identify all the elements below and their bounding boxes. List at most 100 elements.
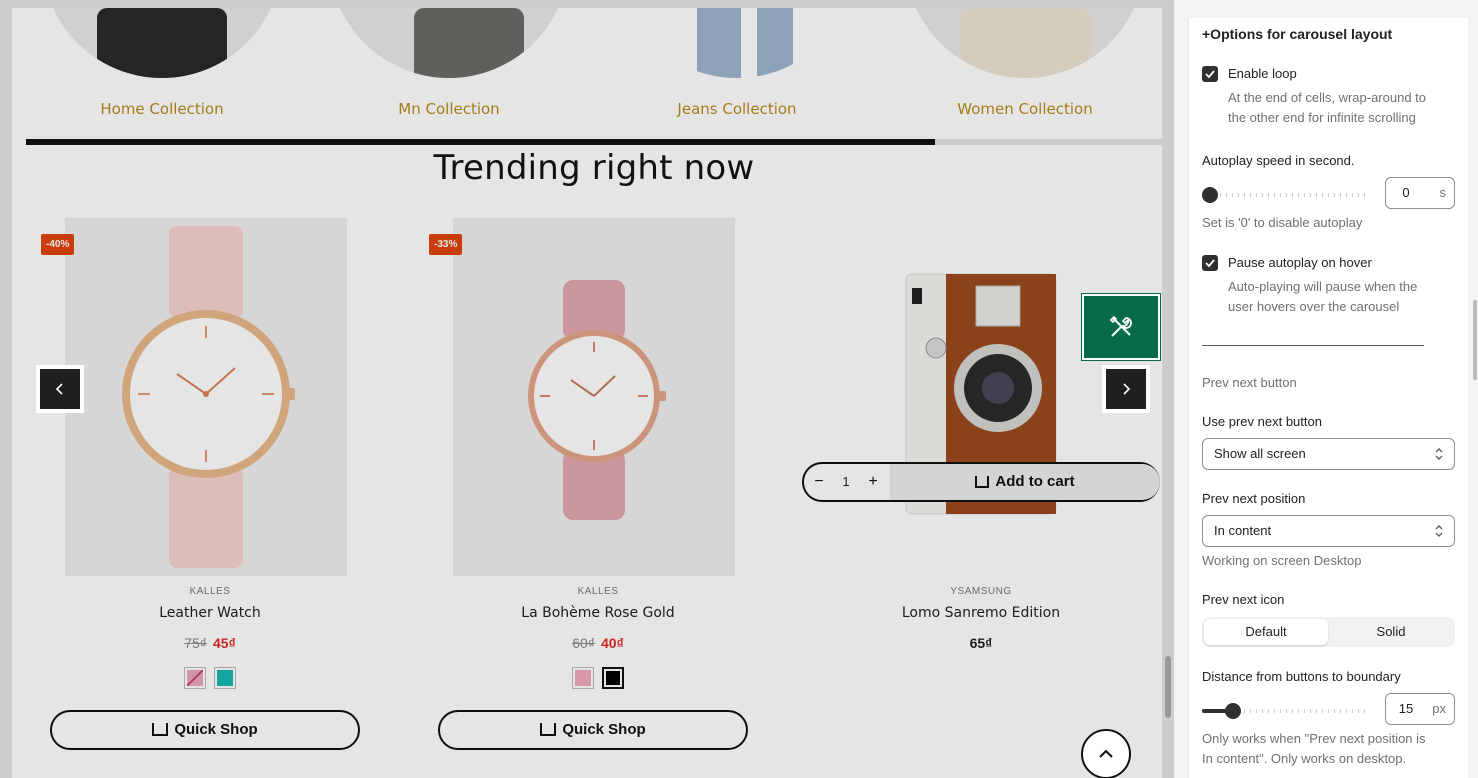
collection-card[interactable]: Jeans Collection <box>607 8 867 138</box>
distance-help: Only works when "Prev next position is I… <box>1202 729 1426 769</box>
checkmark-icon <box>1205 70 1215 79</box>
cart-icon <box>975 476 990 489</box>
collection-image <box>329 8 569 78</box>
help-line: the other end for infinite scrolling <box>1228 110 1416 125</box>
distance-slider-thumb[interactable] <box>1225 703 1241 719</box>
use-prev-next-label: Use prev next button <box>1202 414 1322 429</box>
enable-loop-label[interactable]: Enable loop <box>1228 66 1297 81</box>
product-price: 60₫ 40₫ <box>442 635 754 651</box>
quick-shop-button[interactable]: Quick Shop <box>438 710 748 750</box>
quick-shop-label: Quick Shop <box>174 721 258 738</box>
use-prev-next-value: Show all screen <box>1214 446 1306 461</box>
collection-card[interactable]: Home Collection <box>32 8 292 138</box>
select-chevron-icon <box>1435 448 1443 460</box>
autoplay-speed-value[interactable]: 0 <box>1386 178 1426 208</box>
autoplay-speed-help: Set is '0' to disable autoplay <box>1202 215 1363 230</box>
prev-next-position-value: In content <box>1214 523 1272 538</box>
use-prev-next-select[interactable]: Show all screen <box>1202 438 1455 470</box>
select-chevron-icon <box>1435 525 1443 537</box>
color-swatch[interactable] <box>184 667 206 689</box>
product-card[interactable]: -40% KALLES Leather Watch 75₫ 45₫ Quick S… <box>24 218 360 758</box>
section-title: Trending right now <box>433 148 755 188</box>
product-image[interactable] <box>453 218 735 576</box>
quick-shop-button[interactable]: Quick Shop <box>50 710 360 750</box>
collection-card[interactable]: Mn Collection <box>319 8 579 138</box>
quantity-value[interactable]: 1 <box>836 464 856 500</box>
checkmark-icon <box>1205 259 1215 268</box>
autoplay-speed-label: Autoplay speed in second. <box>1202 153 1355 168</box>
storefront-preview: Home Collection Mn Collection Jeans Coll… <box>0 0 1174 778</box>
distance-label: Distance from buttons to boundary <box>1202 669 1401 684</box>
autoplay-speed-input[interactable]: 0 s <box>1385 177 1455 209</box>
product-name[interactable]: Lomo Sanremo Edition <box>800 605 1162 621</box>
collection-label[interactable]: Women Collection <box>895 100 1155 118</box>
distance-unit: px <box>1432 701 1446 716</box>
help-line: At the end of cells, wrap-around to <box>1228 90 1427 105</box>
product-price: 75₫ 45₫ <box>54 635 366 651</box>
prev-next-position-help: Working on screen Desktop <box>1202 553 1362 568</box>
chevron-up-icon <box>1099 749 1113 758</box>
quantity-increase-button[interactable]: + <box>860 464 886 500</box>
enable-loop-checkbox[interactable] <box>1202 66 1218 82</box>
distance-input[interactable]: 15 px <box>1385 693 1455 725</box>
collection-image <box>905 8 1145 78</box>
color-swatch[interactable] <box>572 667 594 689</box>
tools-icon <box>1109 315 1132 337</box>
settings-scrollbar[interactable] <box>1473 300 1477 380</box>
carousel-progress-bar <box>26 139 1162 145</box>
collection-label[interactable]: Mn Collection <box>319 100 579 118</box>
cart-icon <box>540 722 557 736</box>
collection-card[interactable]: Women Collection <box>895 8 1155 138</box>
prev-next-heading: Prev next button <box>1202 375 1297 390</box>
discount-badge: -33% <box>429 234 463 255</box>
carousel-progress-fill <box>26 139 935 145</box>
help-line: In content". Only works on desktop. <box>1202 751 1407 766</box>
prev-next-icon-toggle: Default Solid <box>1202 617 1455 647</box>
prev-next-position-select[interactable]: In content <box>1202 515 1455 547</box>
preview-scrollbar[interactable] <box>1165 656 1171 718</box>
sale-price: 45₫ <box>213 635 236 651</box>
section-heading: +Options for carousel layout <box>1202 26 1393 42</box>
color-swatch[interactable] <box>214 667 236 689</box>
prev-next-icon-label: Prev next icon <box>1202 592 1285 607</box>
product-vendor[interactable]: KALLES <box>54 586 366 597</box>
add-to-cart-label: Add to cart <box>995 473 1075 490</box>
product-vendor[interactable]: KALLES <box>442 586 754 597</box>
enable-loop-help: At the end of cells, wrap-around to the … <box>1228 88 1426 128</box>
tools-button[interactable] <box>1081 293 1161 361</box>
help-line: Auto-playing will pause when the <box>1228 279 1418 294</box>
product-vendor[interactable]: YSAMSUNG <box>800 586 1162 597</box>
app-root: Home Collection Mn Collection Jeans Coll… <box>0 0 1478 778</box>
quantity-decrease-button[interactable]: − <box>806 464 832 500</box>
collection-label[interactable]: Jeans Collection <box>607 100 867 118</box>
section-divider <box>1202 345 1424 346</box>
add-to-cart-button[interactable]: Add to cart <box>890 464 1160 500</box>
icon-option-default[interactable]: Default <box>1204 619 1328 645</box>
distance-value[interactable]: 15 <box>1386 694 1426 724</box>
quick-shop-label: Quick Shop <box>562 721 646 738</box>
carousel-prev-button[interactable] <box>36 365 84 413</box>
carousel-next-button[interactable] <box>1102 365 1150 413</box>
prev-next-position-label: Prev next position <box>1202 491 1306 506</box>
product-name[interactable]: Leather Watch <box>54 605 366 621</box>
pause-on-hover-checkbox[interactable] <box>1202 255 1218 271</box>
collection-label[interactable]: Home Collection <box>32 100 292 118</box>
back-to-top-button[interactable] <box>1081 729 1131 778</box>
product-name[interactable]: La Bohème Rose Gold <box>442 605 754 621</box>
compare-at-price: 60₫ <box>572 635 595 651</box>
preview-canvas: Home Collection Mn Collection Jeans Coll… <box>12 8 1162 778</box>
settings-panel: +Options for carousel layout Enable loop… <box>1188 18 1468 778</box>
color-swatch[interactable] <box>602 667 624 689</box>
collection-image <box>42 8 282 78</box>
sale-price: 40₫ <box>601 635 624 651</box>
cart-icon <box>152 722 169 736</box>
autoplay-speed-slider-track[interactable] <box>1202 193 1369 197</box>
pause-on-hover-help: Auto-playing will pause when the user ho… <box>1228 277 1417 317</box>
panel-gutter <box>1174 0 1188 778</box>
icon-option-solid[interactable]: Solid <box>1329 619 1453 645</box>
regular-price: 65₫ <box>969 635 993 651</box>
product-card[interactable]: -33% KALLES La Bohème Rose Gold 60₫ 40₫ Q… <box>412 218 748 758</box>
product-image[interactable] <box>65 218 347 576</box>
pause-on-hover-label[interactable]: Pause autoplay on hover <box>1228 255 1372 270</box>
autoplay-speed-slider-thumb[interactable] <box>1202 187 1218 203</box>
